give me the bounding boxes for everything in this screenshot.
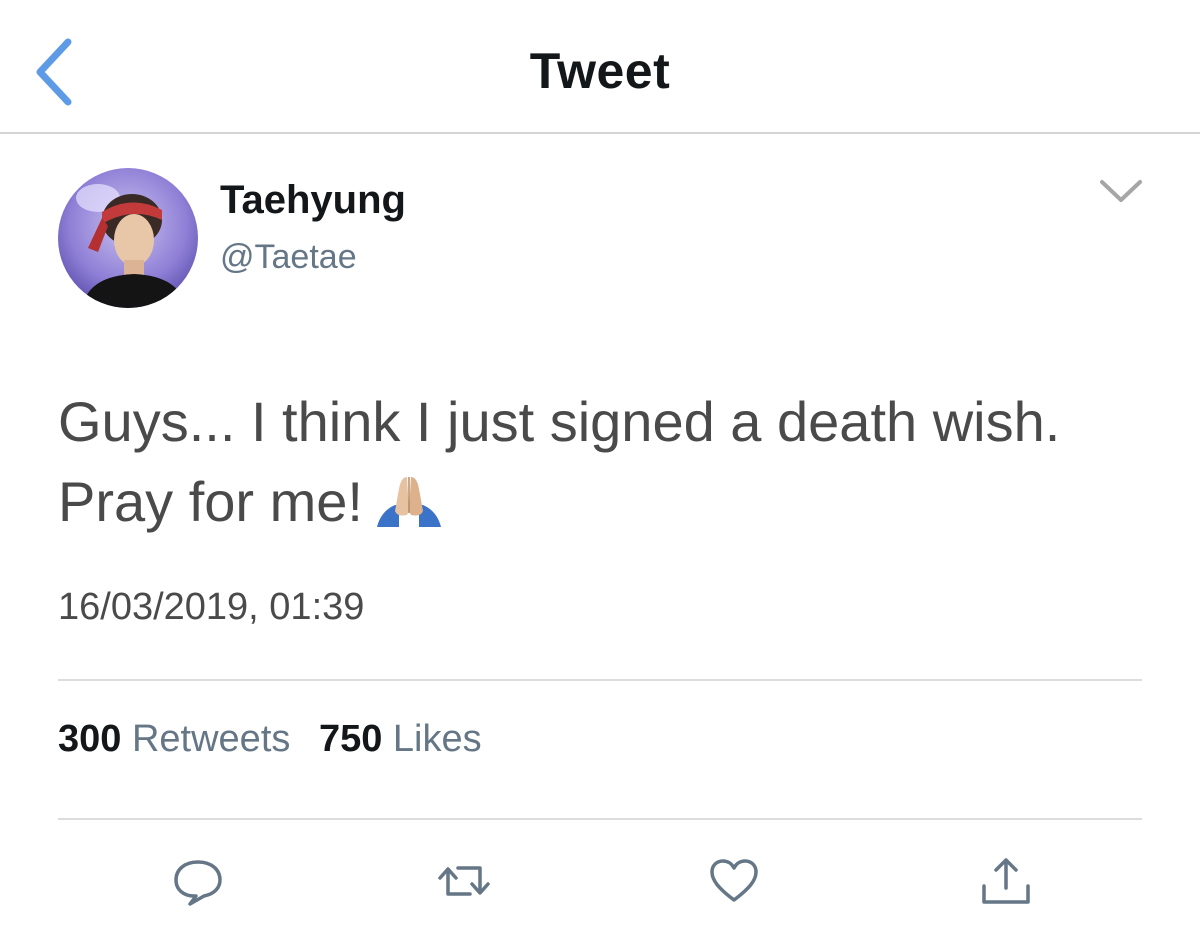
folded-hands-emoji xyxy=(373,468,445,527)
heart-icon xyxy=(710,859,758,902)
navigation-bar: Tweet xyxy=(0,0,1200,134)
tweet-text-line-2-text: Pray for me! xyxy=(58,470,363,533)
tweet-stats: 300 Retweets 750 Likes xyxy=(58,718,500,761)
divider xyxy=(58,818,1142,820)
retweets-count[interactable]: 300 xyxy=(58,718,121,760)
user-handle[interactable]: @Taetae xyxy=(220,238,357,277)
reply-icon xyxy=(174,860,222,906)
tweet-text-line-1: Guys... I think I just signed a death wi… xyxy=(58,390,1061,453)
retweets-label[interactable]: Retweets xyxy=(132,718,290,760)
tweet-text: Guys... I think I just signed a death wi… xyxy=(58,382,1168,542)
tweet-options-button[interactable] xyxy=(1096,172,1146,212)
likes-count[interactable]: 750 xyxy=(319,718,382,760)
like-button[interactable] xyxy=(704,856,764,906)
page-title: Tweet xyxy=(529,43,671,99)
chevron-down-icon xyxy=(1100,180,1142,202)
retweet-icon xyxy=(438,866,490,896)
avatar[interactable] xyxy=(58,168,198,308)
share-icon xyxy=(982,858,1030,904)
retweet-button[interactable] xyxy=(434,856,494,906)
profile-photo xyxy=(58,168,198,308)
share-button[interactable] xyxy=(976,856,1036,906)
reply-button[interactable] xyxy=(168,856,228,906)
tweet-text-line-2: Pray for me! xyxy=(58,462,1168,542)
display-name[interactable]: Taehyung xyxy=(220,178,406,223)
divider xyxy=(58,679,1142,681)
likes-label[interactable]: Likes xyxy=(393,718,482,760)
tweet-timestamp[interactable]: 16/03/2019, 01:39 xyxy=(58,586,364,629)
